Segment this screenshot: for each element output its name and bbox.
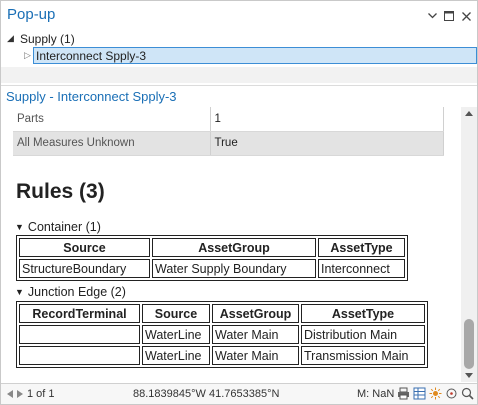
pan-to-icon: [446, 388, 457, 399]
column-header: Source: [19, 238, 150, 257]
table-cell: Interconnect: [318, 259, 405, 278]
expanded-triangle-icon: ▼: [15, 287, 24, 297]
export-table-icon: [413, 387, 426, 400]
table-cell: WaterLine: [142, 346, 210, 365]
table-cell: Water Supply Boundary: [152, 259, 316, 278]
column-header: AssetGroup: [152, 238, 316, 257]
tree-spacer: [1, 67, 477, 83]
pane-title: Pop-up: [7, 6, 56, 23]
junction-edge-rules-table: RecordTerminal Source AssetGroup AssetTy…: [16, 301, 428, 368]
table-cell: WaterLine: [142, 325, 210, 344]
m-value-readout: M: NaN: [357, 388, 395, 400]
table-header-row: RecordTerminal Source AssetGroup AssetTy…: [19, 304, 425, 323]
table-header-row: Source AssetGroup AssetType: [19, 238, 405, 257]
column-header: AssetType: [301, 304, 425, 323]
scrollbar-thumb[interactable]: [464, 319, 474, 369]
pan-to-button[interactable]: [445, 387, 458, 400]
popup-content: Parts 1 All Measures Unknown True Rules …: [1, 107, 461, 382]
maximize-button[interactable]: [442, 9, 456, 23]
coordinate-readout: 88.1839845°W 41.7653385°N: [133, 388, 280, 400]
triangle-left-icon: [7, 390, 13, 398]
maximize-icon: [444, 11, 454, 21]
table-cell: [19, 346, 140, 365]
container-group-label[interactable]: ▼ Container (1): [15, 220, 101, 234]
attribute-row: All Measures Unknown True: [13, 131, 444, 156]
previous-feature-button[interactable]: [5, 388, 15, 400]
column-header: Source: [142, 304, 210, 323]
vertical-scrollbar[interactable]: [461, 107, 477, 382]
collapsed-caret-icon[interactable]: ▷: [24, 50, 31, 61]
table-cell: StructureBoundary: [19, 259, 150, 278]
table-cell: Distribution Main: [301, 325, 425, 344]
close-button[interactable]: [459, 9, 473, 23]
scroll-up-icon[interactable]: [465, 111, 473, 116]
column-header: AssetType: [318, 238, 405, 257]
flash-button[interactable]: [429, 387, 442, 400]
export-button[interactable]: [413, 387, 426, 400]
table-cell: Water Main: [212, 325, 299, 344]
popup-footer: 1 of 1 88.1839845°W 41.7653385°N M: NaN: [1, 383, 477, 404]
expanded-caret-icon[interactable]: ◢: [7, 33, 14, 44]
column-header: RecordTerminal: [19, 304, 140, 323]
triangle-right-icon: [17, 390, 23, 398]
column-header: AssetGroup: [212, 304, 299, 323]
table-cell: Transmission Main: [301, 346, 425, 365]
close-icon: [461, 11, 471, 21]
table-cell: [19, 325, 140, 344]
table-row: WaterLine Water Main Transmission Main: [19, 346, 425, 365]
attribute-key: All Measures Unknown: [13, 131, 211, 156]
title-bar: Pop-up: [1, 1, 477, 31]
attribute-value: True: [210, 131, 444, 156]
print-icon: [398, 387, 409, 400]
attribute-value: 1: [210, 107, 444, 132]
table-cell: Water Main: [212, 346, 299, 365]
junction-edge-group-label[interactable]: ▼ Junction Edge (2): [15, 285, 126, 299]
feature-pager: 1 of 1: [27, 388, 55, 400]
attribute-key: Parts: [13, 107, 211, 132]
scroll-down-icon[interactable]: [465, 373, 473, 378]
zoom-to-button[interactable]: [461, 387, 474, 400]
feature-title: Supply - Interconnect Spply-3: [6, 89, 177, 104]
zoom-to-icon: [461, 387, 474, 400]
attribute-row: Parts 1: [13, 107, 444, 132]
flash-icon: [429, 387, 442, 400]
next-feature-button[interactable]: [15, 388, 25, 400]
expanded-triangle-icon: ▼: [15, 222, 24, 232]
pane-options-button[interactable]: [425, 9, 439, 23]
feature-header: Supply - Interconnect Spply-3: [1, 85, 477, 107]
popup-pane: Pop-up ◢ Supply (1) ▷ Interconnect Spply…: [0, 0, 478, 405]
print-button[interactable]: [397, 387, 410, 400]
tree-layer-label: Supply (1): [20, 32, 75, 46]
table-row: WaterLine Water Main Distribution Main: [19, 325, 425, 344]
rules-heading: Rules (3): [16, 180, 105, 203]
table-row: StructureBoundary Water Supply Boundary …: [19, 259, 405, 278]
attribute-table: Parts 1 All Measures Unknown True: [13, 107, 444, 156]
tree-feature-label: Interconnect Spply-3: [36, 49, 147, 63]
chevron-down-icon: [427, 13, 437, 19]
container-rules-table: Source AssetGroup AssetType StructureBou…: [16, 235, 408, 281]
tree-layer-row[interactable]: ◢ Supply (1): [1, 31, 477, 48]
